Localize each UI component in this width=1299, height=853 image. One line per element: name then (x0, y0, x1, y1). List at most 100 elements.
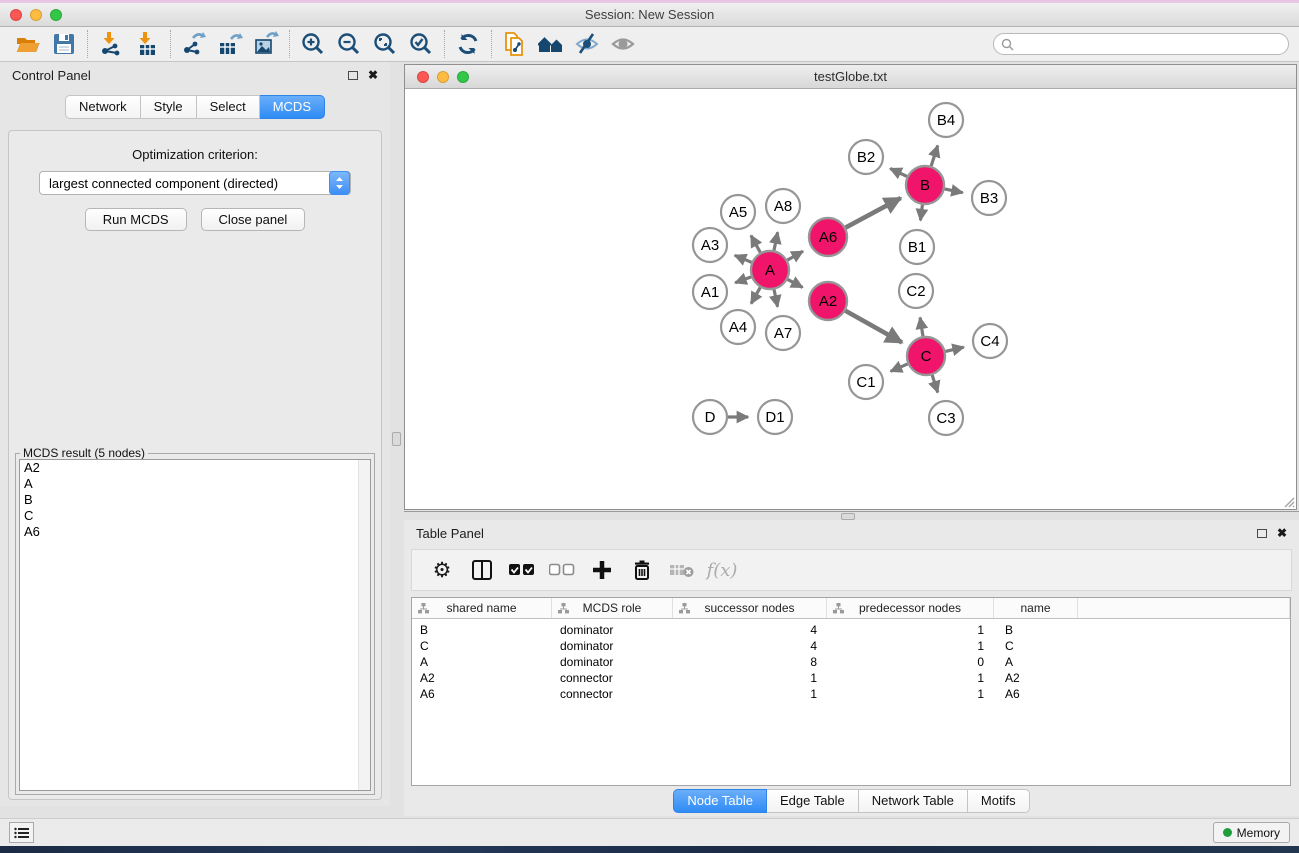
float-panel-icon[interactable] (348, 71, 358, 80)
result-item-b[interactable]: B (20, 492, 370, 508)
cell-name[interactable]: A6 (994, 687, 1078, 701)
column-header-name[interactable]: name (994, 598, 1078, 618)
show-all-icon[interactable] (605, 29, 641, 59)
import-network-icon[interactable] (93, 29, 129, 59)
delete-row-trash-icon[interactable] (624, 554, 660, 586)
tab-motifs[interactable]: Motifs (968, 789, 1030, 813)
tab-mcds[interactable]: MCDS (260, 95, 325, 119)
horizontal-split-divider[interactable] (404, 511, 1299, 520)
cell-mcds-role[interactable]: dominator (552, 623, 673, 637)
graph-edge-A-A4[interactable] (751, 287, 760, 303)
apply-function-fx-icon[interactable]: f(x) (704, 554, 740, 586)
zoom-out-icon[interactable] (331, 29, 367, 59)
result-item-a[interactable]: A (20, 476, 370, 492)
cell-successor-nodes[interactable]: 4 (673, 639, 827, 653)
mcds-result-list[interactable]: A2ABCA6 (19, 459, 371, 791)
result-item-a6[interactable]: A6 (20, 524, 370, 540)
graph-edge-A-A8[interactable] (774, 232, 778, 250)
graph-edge-A-A5[interactable] (751, 236, 760, 253)
cell-mcds-role[interactable]: dominator (552, 655, 673, 669)
cell-mcds-role[interactable]: dominator (552, 639, 673, 653)
open-session-icon[interactable] (10, 29, 46, 59)
column-header-successor-nodes[interactable]: successor nodes (673, 598, 827, 618)
close-window-button[interactable] (10, 9, 22, 21)
first-neighbors-icon[interactable] (533, 29, 569, 59)
cell-name[interactable]: B (994, 623, 1078, 637)
cell-successor-nodes[interactable]: 4 (673, 623, 827, 637)
add-row-icon[interactable] (584, 554, 620, 586)
tab-node-table[interactable]: Node Table (673, 789, 767, 813)
column-header-predecessor-nodes[interactable]: predecessor nodes (827, 598, 994, 618)
export-image-icon[interactable] (248, 29, 284, 59)
graph-edge-C-C2[interactable] (920, 318, 923, 337)
float-panel-icon[interactable] (1257, 529, 1267, 538)
column-header-mcds-role[interactable]: MCDS role (552, 598, 673, 618)
graph-edge-B-B3[interactable] (945, 189, 963, 193)
table-row[interactable]: Adominator80A (412, 654, 1290, 670)
cell-name[interactable]: A2 (994, 671, 1078, 685)
memory-button[interactable]: Memory (1213, 822, 1290, 843)
hide-selected-icon[interactable] (569, 29, 605, 59)
export-table-icon[interactable] (212, 29, 248, 59)
minimize-network-window-button[interactable] (437, 71, 449, 83)
cell-shared-name[interactable]: A2 (412, 671, 552, 685)
refresh-icon[interactable] (450, 29, 486, 59)
close-network-window-button[interactable] (417, 71, 429, 83)
unselect-all-checkboxes-icon[interactable] (544, 554, 580, 586)
cell-mcds-role[interactable]: connector (552, 687, 673, 701)
cell-successor-nodes[interactable]: 8 (673, 655, 827, 669)
clone-network-icon[interactable] (497, 29, 533, 59)
network-canvas[interactable]: AA1A2A3A4A5A6A7A8BB1B2B3B4CC1C2C3C4DD1 (405, 89, 1296, 509)
zoom-fit-icon[interactable] (367, 29, 403, 59)
zoom-network-window-button[interactable] (457, 71, 469, 83)
cell-predecessor-nodes[interactable]: 1 (827, 687, 994, 701)
cell-shared-name[interactable]: A (412, 655, 552, 669)
cell-shared-name[interactable]: A6 (412, 687, 552, 701)
cell-mcds-role[interactable]: connector (552, 671, 673, 685)
network-graph[interactable]: AA1A2A3A4A5A6A7A8BB1B2B3B4CC1C2C3C4DD1 (405, 89, 1296, 509)
show-columns-icon[interactable] (464, 554, 500, 586)
graph-edge-A-A1[interactable] (735, 277, 751, 283)
resize-grip-icon[interactable] (1281, 494, 1295, 508)
graph-edge-C-C4[interactable] (945, 347, 963, 351)
minimize-window-button[interactable] (30, 9, 42, 21)
graph-edge-B-B2[interactable] (890, 169, 907, 177)
result-list-scrollbar[interactable] (358, 460, 370, 790)
tab-network-table[interactable]: Network Table (859, 789, 968, 813)
save-session-icon[interactable] (46, 29, 82, 59)
export-network-icon[interactable] (176, 29, 212, 59)
table-row[interactable]: A2connector11A2 (412, 670, 1290, 686)
node-table[interactable]: shared nameMCDS rolesuccessor nodesprede… (411, 597, 1291, 786)
close-panel-icon[interactable]: ✖ (1277, 528, 1287, 538)
cell-predecessor-nodes[interactable]: 1 (827, 639, 994, 653)
criterion-dropdown[interactable]: largest connected component (directed) (39, 171, 351, 195)
close-panel-button[interactable]: Close panel (201, 208, 306, 231)
divider-grip[interactable] (392, 432, 401, 446)
graph-edge-B-B4[interactable] (931, 146, 938, 166)
cell-shared-name[interactable]: C (412, 639, 552, 653)
graph-edge-A2-C[interactable] (845, 311, 902, 343)
cell-predecessor-nodes[interactable]: 0 (827, 655, 994, 669)
tab-style[interactable]: Style (141, 95, 197, 119)
graph-edge-A-A6[interactable] (787, 251, 803, 260)
tab-select[interactable]: Select (197, 95, 260, 119)
run-mcds-button[interactable]: Run MCDS (85, 208, 187, 231)
graph-edge-A6-B[interactable] (846, 198, 901, 228)
table-options-gear-icon[interactable]: ⚙ (424, 554, 460, 586)
zoom-window-button[interactable] (50, 9, 62, 21)
graph-edge-C-C3[interactable] (932, 375, 938, 392)
cell-predecessor-nodes[interactable]: 1 (827, 623, 994, 637)
table-row[interactable]: A6connector11A6 (412, 686, 1290, 702)
tab-edge-table[interactable]: Edge Table (767, 789, 859, 813)
graph-edge-C-C1[interactable] (891, 364, 908, 371)
zoom-in-icon[interactable] (295, 29, 331, 59)
result-item-a2[interactable]: A2 (20, 460, 370, 476)
graph-edge-A-A7[interactable] (774, 290, 778, 307)
delete-table-icon[interactable] (664, 554, 700, 586)
zoom-selected-icon[interactable] (403, 29, 439, 59)
result-item-c[interactable]: C (20, 508, 370, 524)
cell-successor-nodes[interactable]: 1 (673, 671, 827, 685)
cell-name[interactable]: C (994, 639, 1078, 653)
cell-successor-nodes[interactable]: 1 (673, 687, 827, 701)
graph-edge-A-A3[interactable] (735, 255, 752, 262)
